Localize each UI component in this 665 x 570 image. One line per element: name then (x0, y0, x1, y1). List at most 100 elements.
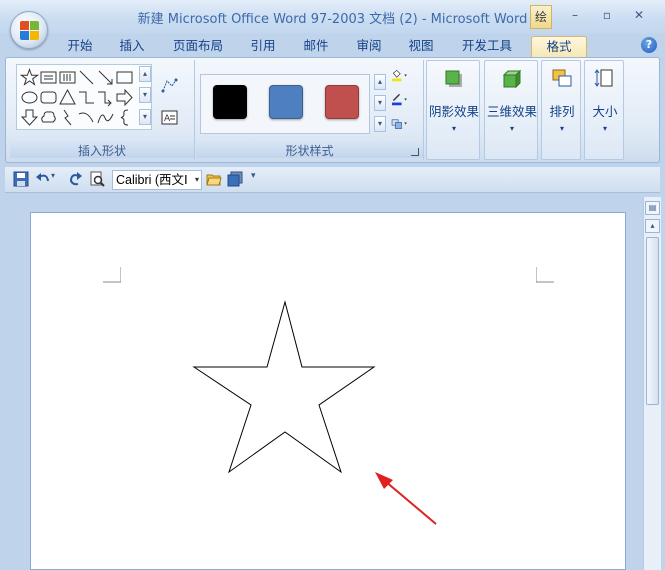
star-shape[interactable] (191, 299, 376, 477)
shadow-effect-icon (440, 65, 468, 93)
size-label: 大小 (592, 104, 618, 119)
office-button[interactable] (10, 11, 48, 49)
3d-effect-button[interactable]: 三维效果 ▾ (487, 65, 537, 133)
scroll-thumb[interactable] (646, 237, 659, 405)
styles-scroll-up-icon[interactable]: ▴ (374, 74, 386, 90)
tab-review[interactable]: 审阅 (347, 36, 391, 58)
chevron-down-icon: ▾ (602, 124, 607, 133)
red-arrow-annotation (375, 472, 437, 525)
undo-dropdown-icon[interactable]: ▾ (51, 171, 59, 187)
ribbon-tabs: 开始 插入 页面布局 引用 邮件 审阅 视图 开发工具 格式 (0, 34, 665, 58)
group-insert-shapes: ▴ ▾ ▾ A 插入形状 (10, 60, 195, 160)
group-size: 大小 ▾ (584, 60, 624, 160)
fill-color-icon[interactable] (390, 66, 418, 85)
right-arrow-shape-icon[interactable] (115, 88, 134, 107)
document-page[interactable] (30, 212, 626, 570)
3d-effect-icon (498, 65, 526, 93)
minimize-button[interactable]: – (563, 6, 587, 26)
style-swatch-blue[interactable] (269, 85, 303, 119)
rounded-rect-icon[interactable] (39, 88, 58, 107)
crop-mark-top-right (536, 267, 554, 283)
size-button[interactable]: 大小 ▾ (586, 65, 624, 133)
maximize-button[interactable]: ▫ (595, 6, 619, 26)
help-icon[interactable]: ? (641, 37, 657, 53)
tab-format[interactable]: 格式 (531, 36, 587, 58)
font-name-box[interactable]: Calibri (西文Ⅰ ▾ (112, 170, 202, 190)
shadow-effect-label: 阴影效果 (429, 104, 480, 119)
elbow-connector-icon[interactable] (77, 88, 96, 107)
title-bar: 新建 Microsoft Office Word 97-2003 文档 (2) … (0, 0, 665, 34)
context-tab-label: 绘 (530, 5, 552, 29)
star-shape-icon[interactable] (19, 68, 40, 87)
line-shape-icon[interactable] (77, 68, 96, 87)
edit-shape-icon[interactable] (160, 76, 179, 95)
ruler-toggle-icon[interactable]: ▤ (645, 201, 660, 215)
change-shape-icon[interactable] (390, 114, 418, 133)
lightning-shape-icon[interactable] (58, 108, 77, 127)
group-shadow-effects: 阴影效果 ▾ (426, 60, 480, 160)
add-text-icon[interactable]: A (160, 108, 179, 127)
styles-scroll-down-icon[interactable]: ▾ (374, 95, 386, 111)
shapes-gallery: ▴ ▾ ▾ (16, 64, 152, 130)
print-preview-icon[interactable] (89, 171, 105, 187)
scroll-up-icon[interactable]: ▴ (645, 219, 660, 233)
style-swatch-black[interactable] (213, 85, 247, 119)
brace-shape-icon[interactable] (115, 108, 134, 127)
customize-toolbar-icon[interactable]: ▾ (251, 171, 267, 187)
elbow-arrow-icon[interactable] (96, 88, 115, 107)
rectangle-shape-icon[interactable] (115, 68, 134, 87)
arrange-icon (548, 65, 576, 93)
oval-shape-icon[interactable] (20, 88, 39, 107)
down-arrow-shape-icon[interactable] (20, 108, 39, 127)
chevron-down-icon: ▾ (509, 124, 514, 133)
style-swatch-red[interactable] (325, 85, 359, 119)
tab-home[interactable]: 开始 (58, 36, 102, 58)
tab-page-layout[interactable]: 页面布局 (166, 36, 230, 58)
arrange-button[interactable]: 排列 ▾ (543, 65, 581, 133)
office-logo-icon (20, 21, 40, 41)
arrange-label: 排列 (549, 104, 575, 119)
tab-developer[interactable]: 开发工具 (455, 36, 519, 58)
group-3d-effects: 三维效果 ▾ (484, 60, 538, 160)
save-icon[interactable] (13, 171, 29, 187)
gallery-more-icon[interactable]: ▾ (139, 109, 151, 125)
crop-mark-top-left (103, 267, 121, 283)
save-all-icon[interactable] (227, 171, 243, 187)
dialog-launcher-icon[interactable] (411, 148, 419, 156)
chevron-down-icon: ▾ (451, 124, 456, 133)
arc-shape-icon[interactable] (77, 108, 96, 127)
cloud-callout-icon[interactable] (39, 108, 58, 127)
insert-shapes-label: 插入形状 (10, 142, 194, 158)
shape-style-gallery: ▴ ▾ ▾ (200, 74, 386, 134)
triangle-shape-icon[interactable] (58, 88, 77, 107)
styles-more-icon[interactable]: ▾ (374, 116, 386, 132)
chevron-down-icon[interactable]: ▾ (195, 171, 199, 189)
tab-view[interactable]: 视图 (399, 36, 443, 58)
vertical-scrollbar[interactable]: ▤ ▴ (643, 197, 661, 570)
size-icon (591, 65, 619, 93)
group-shape-styles: ▴ ▾ ▾ 形状样式 (196, 60, 424, 160)
gallery-scroll-down-icon[interactable]: ▾ (139, 87, 151, 103)
open-folder-icon[interactable] (206, 171, 222, 187)
ribbon: ▴ ▾ ▾ A 插入形状 ▴ ▾ ▾ 形状样式 阴影效果 ▾ 三维效果 ▾ 排列… (5, 57, 660, 163)
vertical-textbox-icon[interactable] (58, 68, 77, 87)
close-button[interactable]: ✕ (627, 6, 651, 26)
3d-effect-label: 三维效果 (487, 104, 538, 119)
undo-icon[interactable] (35, 171, 51, 187)
tab-insert[interactable]: 插入 (110, 36, 154, 58)
shadow-effect-button[interactable]: 阴影效果 ▾ (429, 65, 479, 133)
group-arrange: 排列 ▾ (541, 60, 581, 160)
font-name-value: Calibri (西文Ⅰ (116, 173, 188, 187)
line-color-icon[interactable] (390, 90, 418, 109)
shape-styles-label: 形状样式 (196, 142, 423, 158)
tab-mailings[interactable]: 邮件 (294, 36, 338, 58)
redo-icon[interactable] (67, 171, 83, 187)
quick-access-toolbar: ▾ Calibri (西文Ⅰ ▾ ▾ (5, 167, 660, 193)
chevron-down-icon: ▾ (559, 124, 564, 133)
gallery-scroll-up-icon[interactable]: ▴ (139, 66, 151, 82)
curve-shape-icon[interactable] (96, 108, 115, 127)
tab-references[interactable]: 引用 (241, 36, 285, 58)
textbox-shape-icon[interactable] (39, 68, 58, 87)
svg-text:A: A (164, 114, 171, 124)
arrow-line-icon[interactable] (96, 68, 115, 87)
